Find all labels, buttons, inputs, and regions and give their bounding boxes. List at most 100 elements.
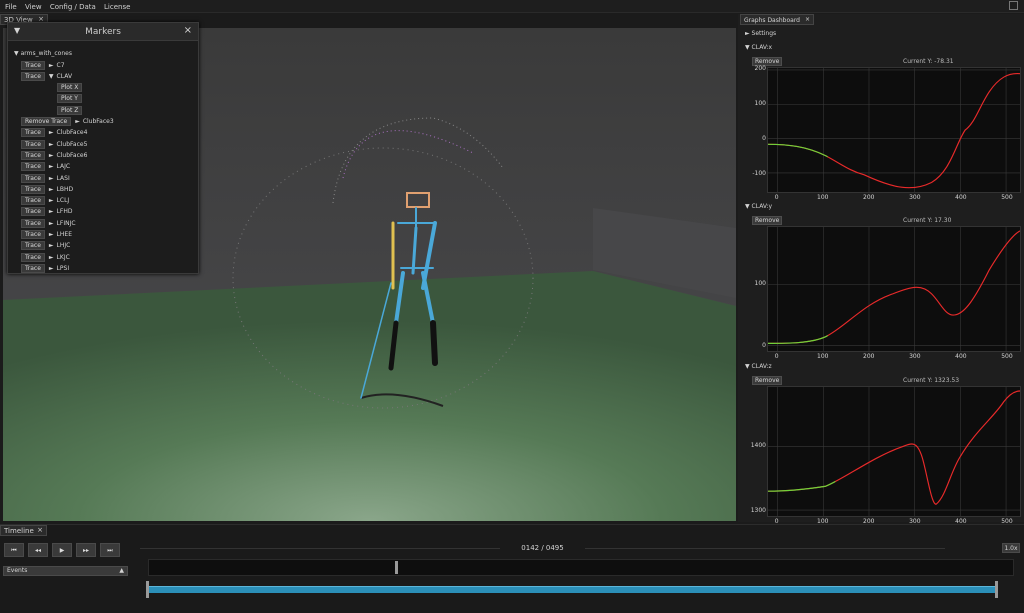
chevron-right-icon[interactable]: ►	[49, 242, 54, 249]
plot-axis-button[interactable]: Plot Z	[57, 105, 83, 115]
last-frame-button[interactable]: ⏭	[100, 543, 120, 557]
chevron-right-icon[interactable]: ►	[49, 163, 54, 170]
graph-plot[interactable]	[767, 67, 1021, 193]
chevron-right-icon[interactable]: ►	[49, 231, 54, 238]
close-icon[interactable]: ×	[805, 16, 810, 23]
trace-button[interactable]: Trace	[21, 150, 45, 160]
marker-label: LFINJC	[56, 219, 76, 227]
close-icon[interactable]: ×	[37, 526, 43, 534]
marker-row: Trace ► LHEE	[21, 230, 72, 240]
marker-label: LFHD	[56, 208, 73, 216]
menu-bar: File View Config / Data License	[0, 0, 1024, 13]
trace-button[interactable]: Trace	[21, 162, 45, 172]
remove-graph-button[interactable]: Remove	[752, 376, 783, 385]
events-dropdown[interactable]: Events ▲	[3, 566, 128, 576]
playhead-handle[interactable]	[395, 561, 398, 574]
x-tick-label: 100	[817, 194, 829, 201]
x-tick-label: 400	[955, 194, 967, 201]
marker-label: LPSI	[56, 264, 70, 272]
marker-label: LBHD	[56, 185, 74, 193]
marker-row: Trace ► C7	[21, 60, 65, 70]
marker-row: Trace ► LBHD	[21, 184, 73, 194]
chevron-right-icon[interactable]: ►	[49, 141, 54, 148]
graph-plot[interactable]	[767, 386, 1021, 517]
trace-button[interactable]: Trace	[21, 139, 45, 149]
trace-button[interactable]: Trace	[21, 173, 45, 183]
close-icon[interactable]: ×	[184, 25, 192, 36]
current-value-readout: Current Y: 17.30	[903, 217, 952, 224]
trace-button[interactable]: Trace	[21, 263, 45, 273]
y-tick-label: 0	[762, 342, 766, 350]
graph-plot[interactable]	[767, 226, 1021, 352]
chevron-right-icon[interactable]: ►	[75, 118, 80, 125]
tab-timeline-label: Timeline	[4, 527, 34, 535]
chevron-right-icon[interactable]: ►	[49, 208, 54, 215]
menu-config-data[interactable]: Config / Data	[47, 0, 99, 11]
chevron-right-icon[interactable]: ►	[49, 62, 54, 69]
trace-button[interactable]: Trace	[21, 128, 45, 138]
marker-row: Trace ▼ CLAV	[21, 71, 72, 81]
window-restore-icon[interactable]	[1009, 1, 1018, 10]
markers-panel-title: Markers	[85, 27, 121, 37]
markers-panel-titlebar[interactable]: ▼ Markers ×	[8, 23, 198, 41]
trace-button[interactable]: Trace	[21, 207, 45, 217]
chevron-right-icon[interactable]: ►	[49, 220, 54, 227]
marker-root[interactable]: ▼ arms_with_cones	[14, 48, 72, 58]
trace-button[interactable]: Remove Trace	[21, 117, 72, 126]
speed-button[interactable]: 1.0x	[1002, 543, 1020, 553]
series-line-pre	[768, 143, 828, 158]
chevron-right-icon[interactable]: ►	[49, 186, 54, 193]
rewind-button[interactable]: ◂◂	[28, 543, 48, 557]
menu-file[interactable]: File	[0, 0, 20, 11]
chevron-right-icon[interactable]: ►	[49, 175, 54, 182]
graph-section-header[interactable]: ▼ CLAV:z	[745, 363, 772, 370]
chevron-right-icon[interactable]: ►	[49, 197, 54, 204]
events-label: Events	[7, 567, 28, 574]
tab-graphs-label: Graphs Dashboard	[744, 17, 800, 24]
fast-forward-button[interactable]: ▸▸	[76, 543, 96, 557]
first-frame-button[interactable]: ⏮	[4, 543, 24, 557]
marker-label: LHJC	[56, 242, 71, 250]
marker-row: Remove Trace ► ClubFace3	[21, 117, 114, 127]
chevron-down-icon[interactable]: ▼	[49, 73, 54, 80]
playback-range-bar[interactable]	[148, 586, 998, 593]
marker-label: ClubFace5	[56, 140, 88, 148]
x-tick-label: 0	[774, 353, 779, 360]
markers-panel: ▼ Markers × ▼ arms_with_cones Trace ► C7 Tr…	[7, 22, 199, 274]
trace-button[interactable]: Trace	[21, 71, 45, 81]
plot-axis-button[interactable]: Plot Y	[57, 94, 82, 104]
chevron-up-icon: ▲	[119, 567, 124, 574]
plot-axis-button[interactable]: Plot X	[57, 83, 83, 93]
remove-graph-button[interactable]: Remove	[752, 216, 783, 225]
range-end-handle[interactable]	[995, 581, 998, 598]
chevron-right-icon[interactable]: ►	[49, 265, 54, 272]
chevron-right-icon: ►	[745, 30, 750, 37]
graph-section-header[interactable]: ▼ CLAV:y	[745, 203, 772, 210]
chevron-right-icon[interactable]: ►	[49, 254, 54, 261]
marker-label: ClubFace3	[82, 118, 114, 125]
x-tick-label: 300	[909, 353, 921, 360]
settings-toggle[interactable]: ► Settings	[745, 30, 776, 37]
trace-button[interactable]: Trace	[21, 60, 45, 70]
tab-graphs-dashboard[interactable]: Graphs Dashboard ×	[740, 14, 814, 25]
series-line-pre	[768, 334, 828, 344]
settings-label: Settings	[751, 30, 777, 37]
trace-button[interactable]: Trace	[21, 218, 45, 228]
menu-license[interactable]: License	[101, 0, 133, 11]
trace-button[interactable]: Trace	[21, 252, 45, 262]
graph-title: CLAV:z	[751, 363, 772, 370]
trace-button[interactable]: Trace	[21, 184, 45, 194]
menu-view[interactable]: View	[22, 0, 45, 11]
play-button[interactable]: ▶	[52, 543, 72, 557]
tab-timeline[interactable]: Timeline ×	[0, 525, 47, 536]
chevron-right-icon[interactable]: ►	[49, 129, 54, 136]
trace-button[interactable]: Trace	[21, 230, 45, 239]
trace-button[interactable]: Trace	[21, 241, 45, 251]
y-tick-label: -100	[752, 169, 766, 177]
trace-button[interactable]: Trace	[21, 196, 45, 206]
range-start-handle[interactable]	[146, 581, 149, 598]
chevron-right-icon[interactable]: ►	[49, 152, 54, 159]
x-tick-label: 500	[1001, 194, 1013, 201]
events-track[interactable]	[148, 559, 1014, 576]
graph-section-header[interactable]: ▼ CLAV:x	[745, 44, 772, 51]
